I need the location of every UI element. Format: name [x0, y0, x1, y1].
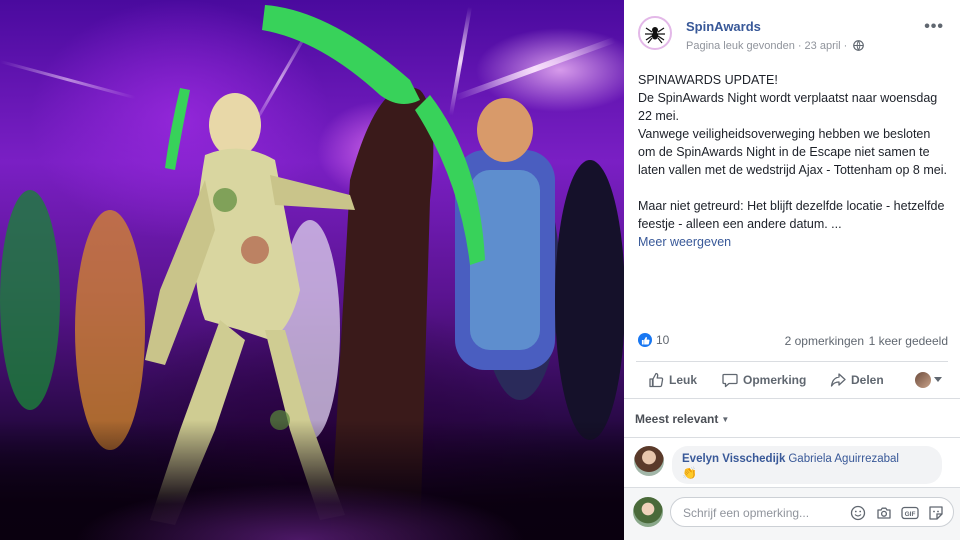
thumbs-up-icon: [638, 333, 652, 347]
sticker-icon[interactable]: [927, 504, 945, 522]
comment-bubble: Evelyn Visschedijk Gabriela Aguirrezabal …: [672, 446, 942, 484]
clapping-hands-icon: 👏: [682, 466, 697, 480]
share-button[interactable]: Delen: [830, 372, 884, 388]
divider: [636, 361, 948, 362]
post-meta: Pagina leuk gevonden · 23 april ·: [686, 40, 865, 52]
comments-count-link[interactable]: 2 opmerkingen: [785, 334, 864, 348]
globe-icon: [853, 40, 865, 51]
like-button[interactable]: Leuk: [648, 372, 697, 388]
see-more-link[interactable]: Meer weergeven: [638, 235, 731, 249]
post-text-line: Maar niet getreurd: Het blijft dezelfde …: [638, 199, 945, 231]
smiley-icon[interactable]: [849, 504, 867, 522]
dance-floor: [0, 420, 624, 540]
comment-composer: GIF: [624, 487, 960, 540]
comment-button-label: Opmerking: [743, 373, 807, 387]
post-actions: Leuk Opmerking Delen: [638, 368, 948, 394]
meta-separator: ·: [797, 40, 802, 52]
spider-icon: [645, 27, 665, 44]
divider: [624, 398, 960, 399]
reaction-identity-selector[interactable]: [915, 372, 942, 388]
meta-separator: ·: [843, 40, 848, 52]
thumbs-up-outline-icon: [649, 372, 664, 388]
comment-author-link[interactable]: Evelyn Visschedijk: [682, 453, 785, 465]
comment-tag-link[interactable]: Gabriela Aguirrezabal: [788, 453, 899, 465]
post-side-panel: SpinAwards Pagina leuk gevonden · 23 april…: [624, 0, 960, 540]
gif-icon[interactable]: GIF: [901, 504, 919, 522]
page-liked-status: Pagina leuk gevonden: [686, 40, 795, 52]
share-arrow-icon: [830, 373, 846, 387]
post-header: SpinAwards Pagina leuk gevonden · 23 april…: [638, 16, 950, 56]
post-photo[interactable]: [0, 0, 624, 540]
caret-down-icon: [934, 377, 942, 382]
reaction-summary[interactable]: 10: [638, 333, 669, 347]
caret-down-icon: ▼: [721, 415, 730, 424]
svg-text:GIF: GIF: [905, 511, 916, 518]
comment-input-wrapper: GIF: [670, 497, 954, 527]
camera-icon[interactable]: [875, 504, 893, 522]
post-text-line: SPINAWARDS UPDATE!: [638, 73, 778, 87]
speech-bubble-icon: [722, 373, 738, 388]
comment-input[interactable]: [681, 503, 835, 523]
divider: [624, 437, 960, 438]
avatar: [915, 372, 931, 388]
page-avatar[interactable]: [638, 16, 672, 50]
post-date-link[interactable]: 23 april: [805, 40, 841, 52]
post-options-button[interactable]: •••: [924, 18, 944, 36]
post-stats: 10 2 opmerkingen 1 keer gedeeld: [638, 333, 948, 351]
like-count: 10: [656, 333, 670, 347]
comment-sort-dropdown[interactable]: Meest relevant ▼: [635, 412, 729, 426]
comment-item: Evelyn Visschedijk Gabriela Aguirrezabal …: [634, 446, 948, 486]
shares-count-link[interactable]: 1 keer gedeeld: [869, 334, 948, 348]
comment-button[interactable]: Opmerking: [722, 372, 806, 388]
like-button-label: Leuk: [669, 373, 698, 387]
comment-sort-label: Meest relevant: [635, 412, 719, 426]
avatar[interactable]: [634, 446, 664, 476]
page-name-link[interactable]: SpinAwards: [686, 19, 761, 34]
post-text-line: De SpinAwards Night wordt verplaatst naa…: [638, 91, 938, 123]
share-button-label: Delen: [851, 373, 884, 387]
avatar: [633, 497, 663, 527]
post-text-line: Vanwege veiligheidsoverweging hebben we …: [638, 127, 947, 177]
post-message: SPINAWARDS UPDATE! De SpinAwards Night w…: [638, 71, 950, 251]
